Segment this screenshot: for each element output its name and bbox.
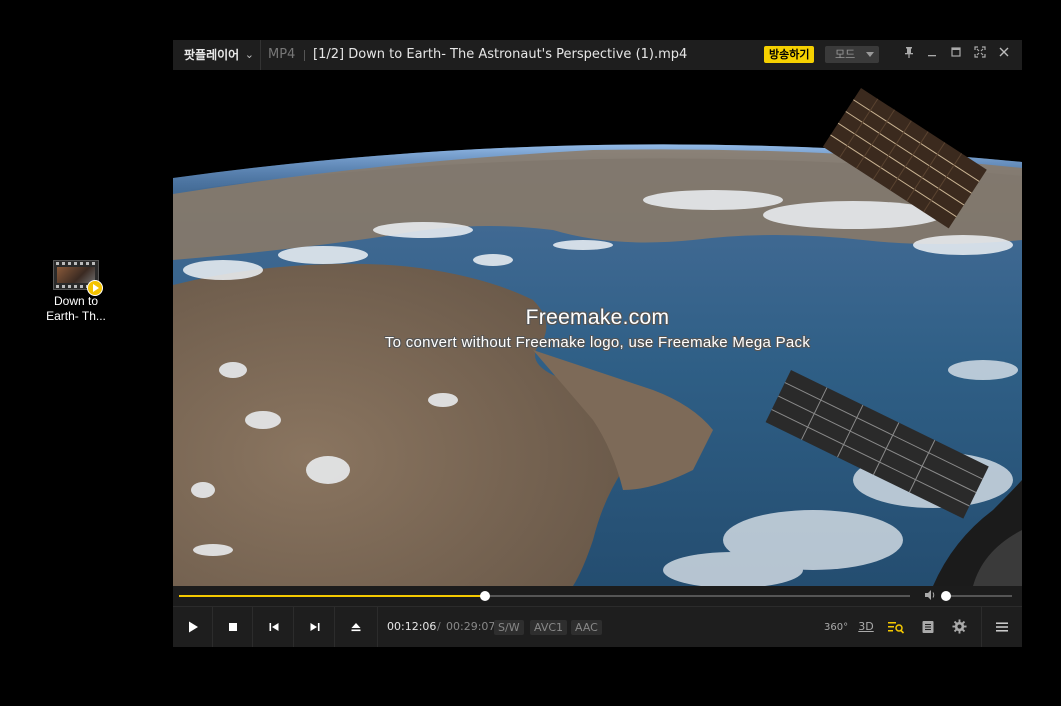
time-separator: / xyxy=(437,620,441,633)
seek-bar-area xyxy=(173,586,1022,606)
maximize-icon[interactable] xyxy=(947,46,965,64)
desktop-file-label-line1: Down to xyxy=(53,294,99,308)
chevron-down-icon: ⌄ xyxy=(244,48,254,61)
close-icon[interactable] xyxy=(995,46,1013,64)
current-time: 00:12:06 xyxy=(387,620,437,633)
skip-next-icon xyxy=(310,623,320,631)
desktop-file-icon[interactable]: Down to Earth- Th... xyxy=(40,258,112,324)
app-brand: 팟플레이어 xyxy=(184,48,240,62)
volume-icon[interactable] xyxy=(924,589,937,604)
play-badge-icon xyxy=(87,280,103,296)
player-window: 팟플레이어 ⌄ MP4 [1/2] Down to Earth- The Ast… xyxy=(173,40,1022,647)
video-file-icon xyxy=(53,260,103,296)
watermark-title: Freemake.com xyxy=(525,306,670,329)
dropdown-arrow-icon xyxy=(866,52,874,57)
3d-button[interactable]: 3D xyxy=(856,617,876,637)
stop-button[interactable] xyxy=(213,607,253,647)
format-label: MP4 xyxy=(268,47,296,62)
eject-icon xyxy=(351,623,361,632)
document-icon xyxy=(922,621,934,633)
volume-slider[interactable] xyxy=(941,591,1012,601)
settings-button[interactable] xyxy=(949,617,969,637)
previous-button[interactable] xyxy=(254,607,294,647)
fullscreen-icon[interactable] xyxy=(971,46,989,64)
watermark-subtitle: To convert without Freemake logo, use Fr… xyxy=(384,334,811,351)
divider xyxy=(981,607,982,647)
stop-icon xyxy=(229,623,237,631)
playlist-search-icon xyxy=(888,622,905,634)
play-icon xyxy=(189,621,198,633)
menu-icon xyxy=(996,622,1008,632)
decoder-tag[interactable]: S/W xyxy=(494,620,524,635)
gear-icon xyxy=(951,619,967,634)
minimize-icon[interactable] xyxy=(923,46,941,64)
mode-dropdown[interactable]: 모드 xyxy=(825,46,879,63)
video-title: [1/2] Down to Earth- The Astronaut's Per… xyxy=(313,47,688,62)
app-menu-button[interactable]: 팟플레이어 ⌄ xyxy=(173,40,261,70)
next-button[interactable] xyxy=(295,607,335,647)
title-bar[interactable]: 팟플레이어 ⌄ MP4 [1/2] Down to Earth- The Ast… xyxy=(173,40,1022,70)
video-codec-tag[interactable]: AVC1 xyxy=(530,620,568,635)
play-button[interactable] xyxy=(173,607,213,647)
seek-progress xyxy=(179,595,485,597)
3d-icon: 3D xyxy=(858,620,874,633)
main-menu-button[interactable] xyxy=(992,617,1012,637)
document-button[interactable] xyxy=(918,617,938,637)
broadcast-button[interactable]: 방송하기 xyxy=(764,46,815,63)
volume-handle[interactable] xyxy=(941,591,951,601)
desktop-file-label: Down to Earth- Th... xyxy=(40,294,112,324)
seek-slider[interactable] xyxy=(179,591,910,601)
skip-previous-icon xyxy=(269,623,279,631)
desktop-file-label-line2: Earth- Th... xyxy=(46,309,106,323)
pin-icon[interactable] xyxy=(900,46,918,64)
audio-codec-tag[interactable]: AAC xyxy=(571,620,602,635)
playlist-search-button[interactable] xyxy=(886,617,906,637)
divider xyxy=(304,50,305,61)
mode-dropdown-label: 모드 xyxy=(835,48,856,61)
seek-handle[interactable] xyxy=(479,591,490,601)
vr-360-icon: 360° xyxy=(824,622,849,633)
control-bar: 00:12:06 / 00:29:07 S/W AVC1 AAC 360° 3D xyxy=(173,606,1022,647)
total-time[interactable]: 00:29:07 xyxy=(446,607,495,647)
open-file-button[interactable] xyxy=(336,607,378,647)
vr-360-button[interactable]: 360° xyxy=(824,617,849,637)
video-display[interactable]: Freemake.com To convert without Freemake… xyxy=(173,70,1022,586)
